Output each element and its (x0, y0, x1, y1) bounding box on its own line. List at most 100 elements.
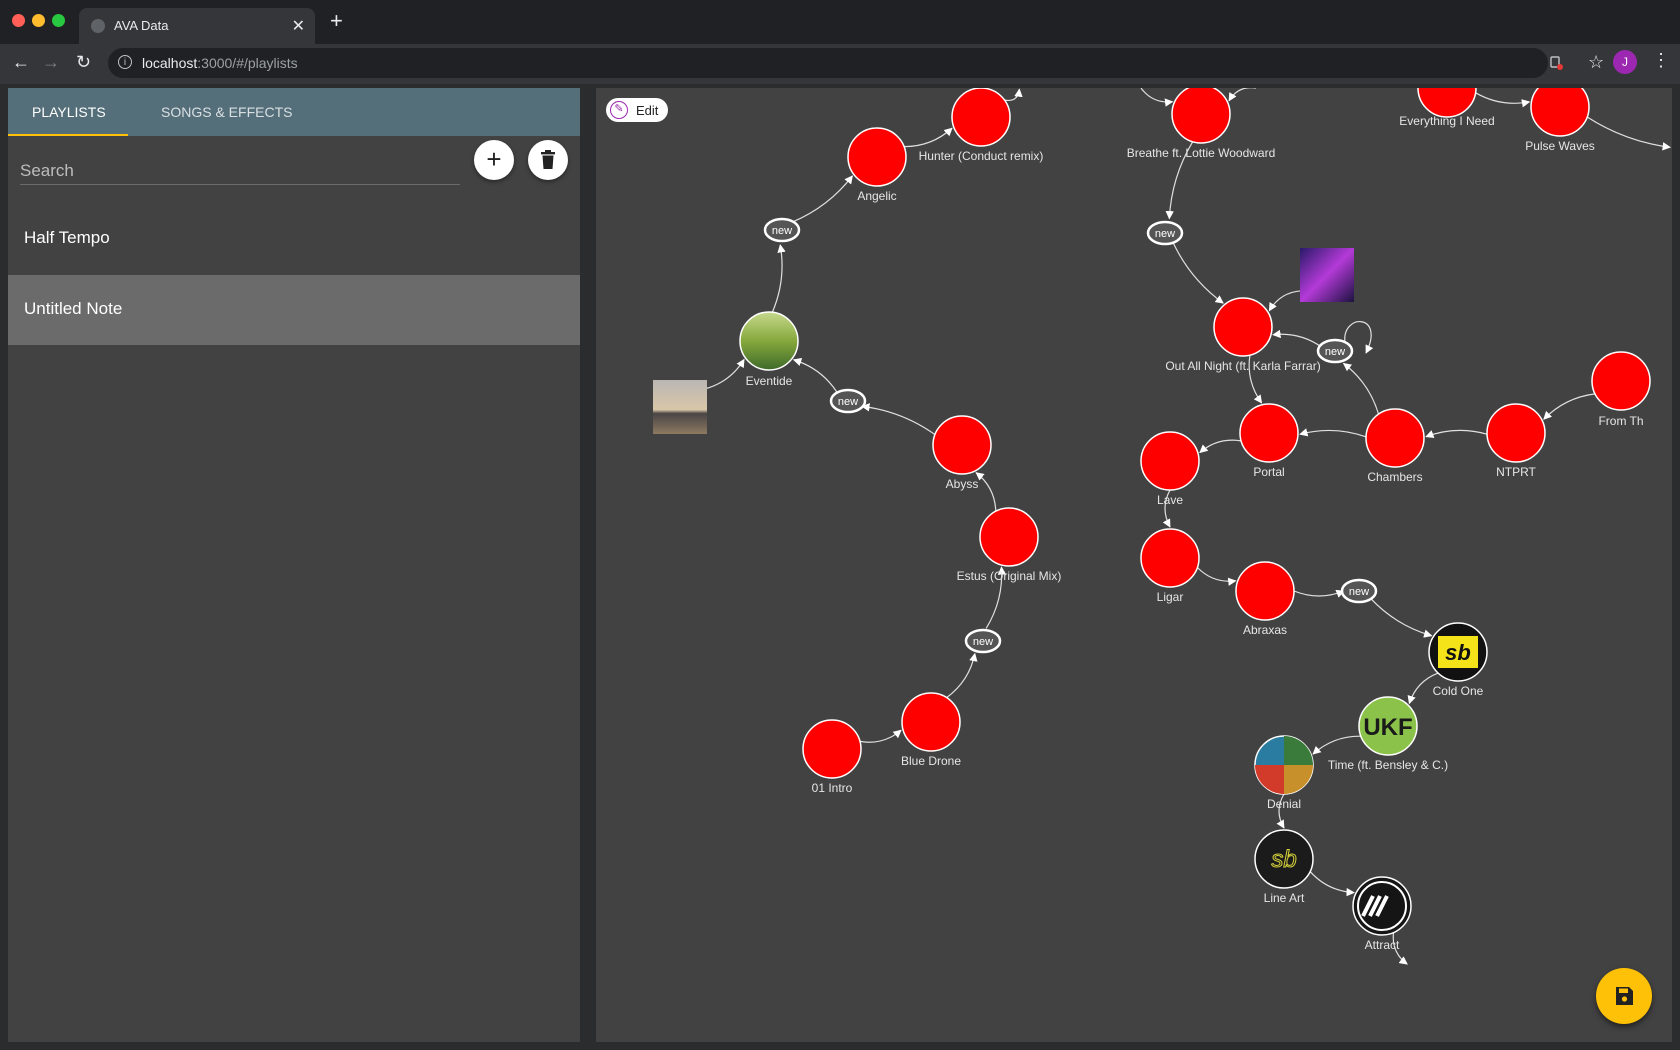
node-abyss[interactable] (932, 415, 992, 475)
node-estus[interactable] (979, 507, 1039, 567)
edit-button[interactable]: ✎ Edit (606, 98, 668, 122)
forward-icon[interactable]: → (42, 52, 60, 73)
graph-edge (1140, 88, 1174, 107)
new-marker[interactable]: new (829, 388, 867, 414)
new-marker-label: new (1349, 586, 1369, 598)
address-bar[interactable]: i localhost:3000/#/playlists ☆ (108, 48, 1604, 78)
node-circle (1140, 431, 1200, 491)
node-outallnight[interactable] (1213, 297, 1273, 357)
graph-edge (1293, 589, 1345, 598)
profile-avatar[interactable]: J (1613, 50, 1637, 74)
graph-edge (1369, 597, 1433, 638)
node-eventide[interactable] (739, 311, 799, 371)
info-icon[interactable]: i (118, 55, 132, 69)
node-label: Pulse Waves (1525, 139, 1595, 153)
reload-icon[interactable]: ↻ (76, 52, 91, 73)
node-label: Chambers (1367, 470, 1422, 484)
node-label: Blue Drone (901, 754, 961, 768)
playlist-graph[interactable]: new new new new new new sb UKF sb 01 Intro Blue … (596, 88, 1672, 1042)
browser-menu-icon[interactable]: ⋮ (1652, 50, 1670, 71)
add-playlist-button[interactable]: + (474, 140, 514, 180)
node-chambers[interactable] (1365, 408, 1425, 468)
node-label: Abraxas (1243, 623, 1287, 637)
node-label: Ligar (1157, 590, 1184, 604)
browser-tab[interactable]: AVA Data ✕ (79, 8, 315, 44)
url-host: localhost (142, 55, 198, 71)
new-marker-label: new (973, 636, 993, 648)
bookmark-star-icon[interactable]: ☆ (1588, 52, 1604, 73)
node-breathe[interactable] (1171, 88, 1231, 144)
graph-edge (1425, 429, 1488, 439)
node-coldone[interactable]: sb (1428, 622, 1488, 682)
node-label: 01 Intro (812, 781, 853, 795)
graph-canvas[interactable]: new new new new new new sb UKF sb 01 Intro Blue … (596, 88, 1672, 1042)
node-ntprt[interactable] (1486, 403, 1546, 463)
search-input[interactable]: Search (20, 154, 460, 185)
node-bluedrone[interactable] (901, 692, 961, 752)
node-ligar[interactable] (1140, 528, 1200, 588)
graph-edge (975, 472, 997, 512)
graph-edge (904, 127, 953, 148)
node-hunter[interactable] (951, 88, 1011, 147)
node-time[interactable]: UKF (1358, 696, 1418, 756)
node-circle (1140, 528, 1200, 588)
url-path: :3000/#/playlists (197, 55, 298, 71)
album-art-image[interactable] (653, 380, 707, 434)
node-attract[interactable] (1352, 876, 1412, 936)
graph-edge (1312, 735, 1361, 755)
node-angelic[interactable] (847, 127, 907, 187)
browser-toolbar: ← → ↻ i localhost:3000/#/playlists ☆ J ⋮ (0, 44, 1680, 84)
node-circle (901, 692, 961, 752)
pencil-icon: ✎ (610, 101, 628, 119)
playlist-item-label: Half Tempo (24, 228, 110, 247)
node-label: Out All Night (ft. Karla Farrar) (1165, 359, 1320, 373)
node-denial[interactable] (1254, 735, 1314, 795)
close-window-button[interactable] (12, 14, 25, 27)
graph-edge (859, 729, 902, 743)
browser-tab-strip: AVA Data ✕ + (0, 0, 1680, 44)
minimize-window-button[interactable] (32, 14, 45, 27)
node-fromth[interactable] (1591, 351, 1651, 411)
edit-label: Edit (636, 103, 659, 118)
node-everything[interactable] (1417, 88, 1477, 118)
new-marker[interactable]: new (1316, 338, 1354, 364)
album-art-image[interactable] (1300, 248, 1354, 302)
maximize-window-button[interactable] (52, 14, 65, 27)
save-button[interactable] (1596, 968, 1652, 1024)
graph-edge (792, 175, 853, 223)
node-circle (1171, 88, 1231, 144)
node-circle (1213, 297, 1273, 357)
node-intro[interactable] (802, 719, 862, 779)
node-lineart[interactable]: sb (1254, 829, 1314, 889)
graph-edge (861, 403, 936, 436)
node-circle (1365, 408, 1425, 468)
node-abraxas[interactable] (1235, 561, 1295, 621)
graph-edge (1272, 329, 1323, 349)
graph-edges (653, 88, 1671, 965)
node-portal[interactable] (1239, 403, 1299, 463)
playlist-item-untitled-note[interactable]: Untitled Note (8, 275, 580, 345)
playlist-item-half-tempo[interactable]: Half Tempo (8, 204, 580, 274)
delete-playlist-button[interactable] (528, 140, 568, 180)
new-marker[interactable]: new (964, 628, 1002, 654)
close-tab-icon[interactable]: ✕ (292, 16, 305, 36)
node-lave[interactable] (1140, 431, 1200, 491)
tab-songs-effects[interactable]: SONGS & EFFECTS (137, 88, 316, 136)
globe-icon (91, 19, 105, 33)
new-tab-button[interactable]: + (330, 10, 343, 32)
new-marker[interactable]: new (1146, 220, 1184, 246)
graph-edge (946, 652, 978, 699)
graph-edge (1475, 92, 1531, 108)
back-icon[interactable]: ← (12, 52, 30, 73)
node-pulse[interactable] (1530, 88, 1590, 137)
graph-edge (1228, 88, 1256, 102)
new-marker[interactable]: new (763, 217, 801, 243)
art-segment (1255, 765, 1284, 794)
node-circle (1235, 561, 1295, 621)
tab-playlists[interactable]: PLAYLISTS (8, 88, 130, 136)
blocked-icon[interactable] (1548, 53, 1564, 71)
node-label: Lave (1157, 493, 1183, 507)
node-label: Time (ft. Bensley & C.) (1328, 758, 1448, 772)
new-marker[interactable]: new (1340, 578, 1378, 604)
node-label: Portal (1253, 465, 1284, 479)
